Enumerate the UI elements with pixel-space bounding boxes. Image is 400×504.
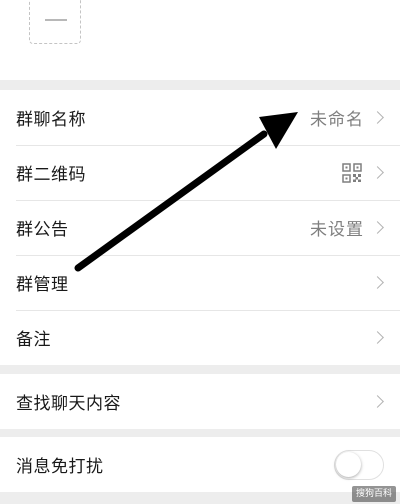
search-chat-row[interactable]: 查找聊天内容 <box>0 374 400 429</box>
mute-section: 消息免打扰 <box>0 437 400 492</box>
group-settings-section: 群聊名称 未命名 群二维码 群公告 未设置 群管理 备注 <box>0 90 400 365</box>
group-notice-row[interactable]: 群公告 未设置 <box>0 200 400 255</box>
group-manage-row[interactable]: 群管理 <box>0 255 400 310</box>
search-section: 查找聊天内容 <box>0 374 400 429</box>
chevron-right-icon <box>371 220 384 234</box>
group-qr-code-row[interactable]: 群二维码 <box>0 145 400 200</box>
mute-label: 消息免打扰 <box>16 457 104 477</box>
watermark: 搜狗百科 <box>351 486 396 502</box>
add-member-button[interactable] <box>29 0 81 44</box>
chevron-right-icon <box>371 110 384 124</box>
member-area <box>0 0 400 80</box>
remark-row[interactable]: 备注 <box>0 310 400 365</box>
chevron-right-icon <box>371 165 384 179</box>
chevron-right-icon <box>371 330 384 344</box>
chevron-right-icon <box>371 394 384 408</box>
group-manage-label: 群管理 <box>16 275 69 295</box>
remark-label: 备注 <box>16 330 51 350</box>
mute-row: 消息免打扰 <box>0 437 400 492</box>
group-notice-label: 群公告 <box>16 220 69 240</box>
minus-icon <box>45 19 67 21</box>
qr-code-icon <box>342 162 362 183</box>
group-notice-value: 未设置 <box>310 220 364 240</box>
group-name-row[interactable]: 群聊名称 未命名 <box>0 90 400 145</box>
search-chat-label: 查找聊天内容 <box>16 394 121 414</box>
toggle-knob <box>336 451 361 477</box>
mute-toggle[interactable] <box>334 449 384 480</box>
group-qr-code-label: 群二维码 <box>16 165 86 185</box>
group-name-label: 群聊名称 <box>16 110 86 130</box>
group-name-value: 未命名 <box>310 110 364 130</box>
chevron-right-icon <box>371 275 384 289</box>
